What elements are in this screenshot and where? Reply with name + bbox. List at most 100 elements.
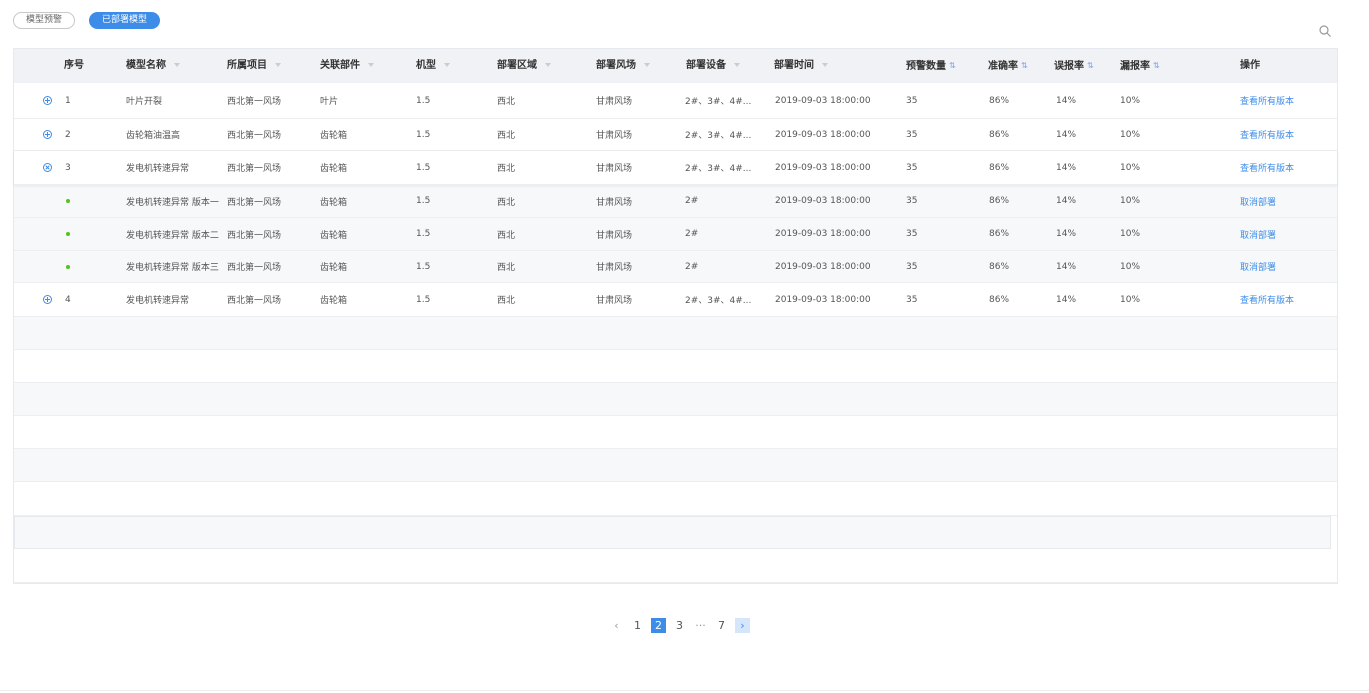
cell-region: 西北 (497, 230, 516, 241)
cell-project: 西北第一风场 (227, 263, 282, 273)
header-region[interactable]: 部署区域 (497, 49, 551, 83)
header-label: 漏报率 (1120, 61, 1150, 72)
header-deploy-time[interactable]: 部署时间 (774, 49, 828, 83)
filter-icon[interactable] (822, 63, 828, 67)
undeploy-link[interactable]: 取消部署 (1240, 185, 1276, 217)
cell-turbine-type: 1.5 (416, 196, 431, 206)
view-all-versions-link[interactable]: 查看所有版本 (1240, 283, 1294, 316)
cell-accuracy: 86% (989, 196, 1010, 206)
header-model-name[interactable]: 模型名称 (126, 49, 180, 83)
cell-wind-farm: 甘肃风场 (596, 131, 633, 141)
cell-model-name: 发电机转速异常 版本二 (126, 230, 219, 241)
cell-devices: 2# (685, 261, 699, 272)
undeploy-link[interactable]: 取消部署 (1240, 218, 1276, 250)
table-row: 3 发电机转速异常 西北第一风场 齿轮箱 1.5 西北 甘肃风场 2#、3#、4#... 201… (14, 151, 1337, 185)
sort-icon[interactable]: ⇅ (1153, 49, 1160, 83)
cell-accuracy: 86% (989, 294, 1010, 305)
cell-miss-rate: 10% (1120, 294, 1141, 305)
cell-accuracy: 86% (989, 261, 1010, 272)
empty-row (14, 549, 1337, 583)
row-expander[interactable] (43, 83, 52, 118)
cell-project: 西北第一风场 (227, 197, 282, 208)
header-label: 操作 (1240, 60, 1260, 71)
cell-turbine-type: 1.5 (416, 294, 431, 305)
header-wind-farm[interactable]: 部署风场 (596, 49, 650, 83)
expand-icon[interactable] (43, 96, 52, 105)
filter-icon[interactable] (275, 63, 281, 67)
view-all-versions-link[interactable]: 查看所有版本 (1240, 151, 1294, 184)
header-turbine-type[interactable]: 机型 (416, 49, 450, 83)
header-component[interactable]: 关联部件 (320, 49, 374, 83)
cell-component: 齿轮箱 (320, 230, 348, 241)
row-expander[interactable] (43, 283, 52, 316)
tab-bar: 模型预警 已部署模型 (13, 12, 161, 29)
cell-warning-count: 35 (906, 294, 918, 305)
version-dot-icon (66, 232, 70, 236)
cell-accuracy: 86% (989, 229, 1010, 239)
empty-row (14, 516, 1331, 549)
cell-model-name: 发电机转速异常 (126, 296, 190, 306)
view-all-versions-link[interactable]: 查看所有版本 (1240, 119, 1294, 150)
search-icon[interactable] (1318, 23, 1332, 37)
filter-icon[interactable] (734, 63, 740, 67)
header-project[interactable]: 所属项目 (227, 49, 281, 83)
expand-icon[interactable] (43, 295, 52, 304)
cell-region: 西北 (497, 97, 516, 107)
filter-icon[interactable] (644, 63, 650, 67)
header-label: 序号 (64, 60, 84, 71)
filter-icon[interactable] (444, 63, 450, 67)
sort-icon[interactable]: ⇅ (1087, 49, 1094, 83)
header-label: 部署风场 (596, 60, 636, 71)
cell-index: 2 (65, 129, 71, 140)
page-2[interactable]: 2 (651, 618, 666, 633)
cell-wind-farm: 甘肃风场 (596, 263, 633, 273)
page-7[interactable]: 7 (714, 618, 729, 633)
cell-warning-count: 35 (906, 196, 918, 206)
tab-model-warning[interactable]: 模型预警 (13, 12, 76, 29)
empty-row (14, 416, 1337, 449)
header-label: 部署区域 (497, 60, 537, 71)
view-all-versions-link[interactable]: 查看所有版本 (1240, 83, 1294, 118)
page-3[interactable]: 3 (672, 618, 687, 633)
page-1[interactable]: 1 (630, 618, 645, 633)
cell-warning-count: 35 (906, 162, 918, 173)
cell-deploy-time: 2019-09-03 18:00:00 (775, 129, 871, 140)
cell-false-alarm-rate: 14% (1056, 162, 1077, 173)
page-ellipsis: ··· (695, 619, 706, 632)
cell-project: 西北第一风场 (227, 296, 282, 306)
cell-false-alarm-rate: 14% (1056, 294, 1077, 305)
cell-turbine-type: 1.5 (416, 95, 431, 106)
row-expander[interactable] (43, 151, 52, 184)
header-accuracy[interactable]: 准确率 ⇅ (988, 49, 1028, 83)
cell-wind-farm: 甘肃风场 (596, 197, 633, 208)
header-label: 模型名称 (126, 60, 166, 71)
cell-accuracy: 86% (989, 129, 1010, 140)
version-row: 发电机转速异常 版本二 西北第一风场 齿轮箱 1.5 西北 甘肃风场 2# 2019-09-0… (14, 218, 1337, 251)
header-label: 所属项目 (227, 60, 267, 71)
header-miss-rate[interactable]: 漏报率 ⇅ (1120, 49, 1160, 83)
filter-icon[interactable] (174, 63, 180, 67)
sort-icon[interactable]: ⇅ (949, 49, 956, 83)
table-header: 序号 模型名称 所属项目 关联部件 机型 部署区域 部署风场 部署设备 部署时间 预警数量 ⇅ 准确率… (14, 49, 1337, 83)
next-page-button[interactable]: › (735, 618, 750, 633)
prev-page-button[interactable]: ‹ (609, 618, 624, 633)
tab-deployed-models[interactable]: 已部署模型 (89, 12, 161, 29)
sort-icon[interactable]: ⇅ (1021, 49, 1028, 83)
filter-icon[interactable] (545, 63, 551, 67)
header-warning-count[interactable]: 预警数量 ⇅ (906, 49, 956, 83)
cell-false-alarm-rate: 14% (1056, 129, 1077, 140)
undeploy-link[interactable]: 取消部署 (1240, 251, 1276, 282)
cell-turbine-type: 1.5 (416, 129, 431, 140)
cell-devices: 2#、3#、4#... (685, 131, 752, 141)
pagination: ‹ 1 2 3 ··· 7 › (606, 618, 753, 633)
filter-icon[interactable] (368, 63, 374, 67)
cell-deploy-time: 2019-09-03 18:00:00 (775, 294, 871, 305)
version-row: 发电机转速异常 版本一 西北第一风场 齿轮箱 1.5 西北 甘肃风场 2# 2019-09-0… (14, 185, 1337, 218)
row-expander[interactable] (43, 119, 52, 150)
header-false-alarm-rate[interactable]: 误报率 ⇅ (1054, 49, 1094, 83)
cell-false-alarm-rate: 14% (1056, 229, 1077, 239)
header-devices[interactable]: 部署设备 (686, 49, 740, 83)
header-label: 准确率 (988, 61, 1018, 72)
expand-icon[interactable] (43, 130, 52, 139)
collapse-icon[interactable] (43, 163, 52, 172)
